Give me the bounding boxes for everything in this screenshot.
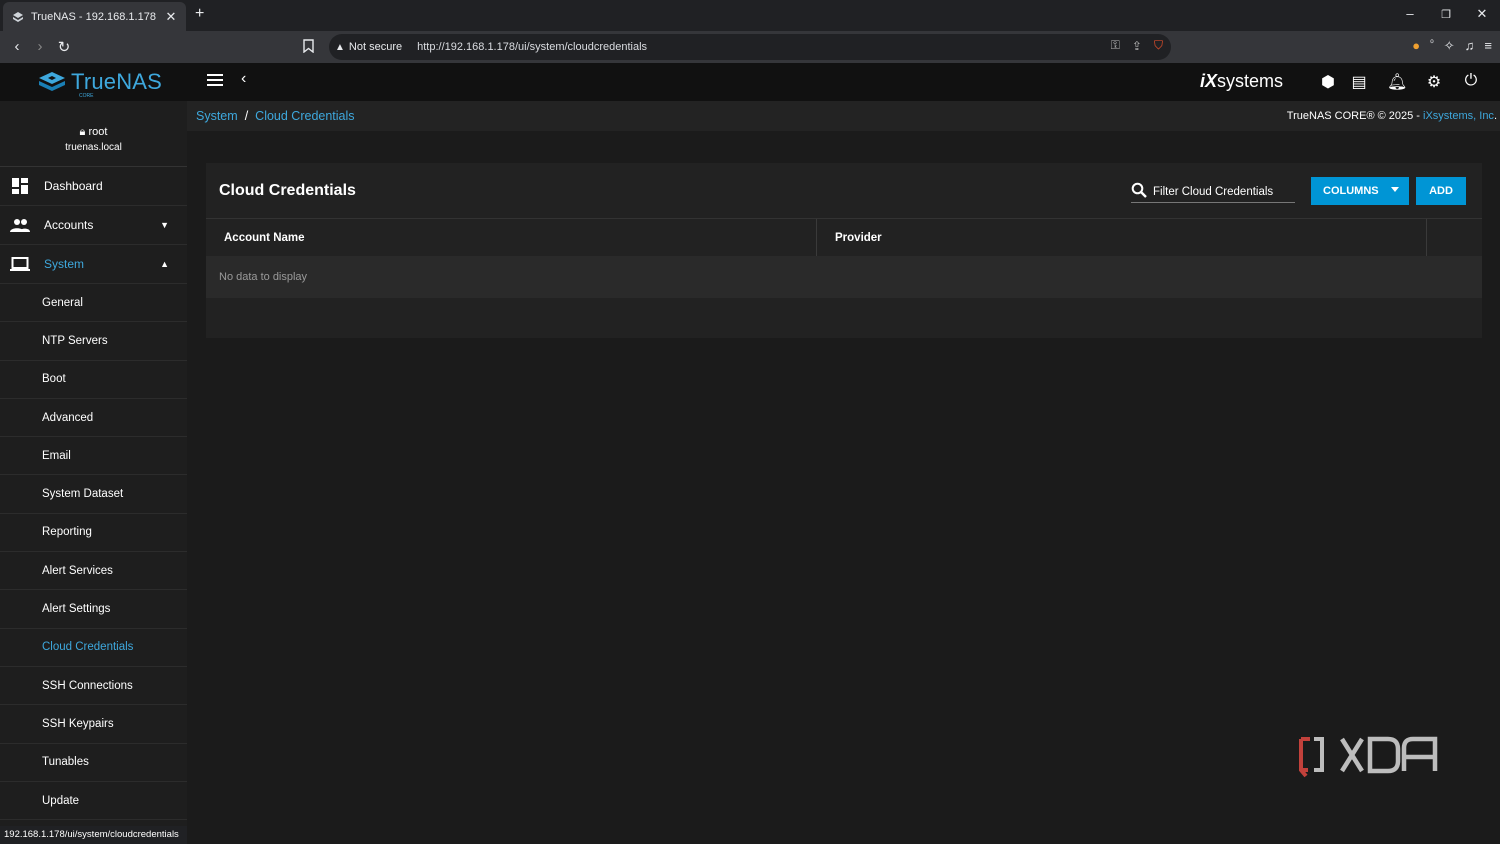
extension-badge-icon[interactable]: ⁰ (1430, 38, 1434, 54)
vendor-link[interactable]: iXsystems, Inc (1423, 110, 1494, 122)
menu-icon[interactable]: ≡ (1484, 38, 1492, 54)
laptop-icon (10, 257, 30, 271)
sidebar-subitem-system-dataset[interactable]: System Dataset (0, 475, 187, 514)
logo-text: TrueNAS (71, 69, 163, 94)
hostname: truenas.local (65, 142, 122, 153)
copyright-suffix: . (1493, 110, 1497, 122)
tab-title: TrueNAS - 192.168.1.178 (31, 10, 156, 23)
column-header-account-name[interactable]: Account Name (206, 219, 817, 257)
sidebar-subitem-alert-services[interactable]: Alert Services (0, 552, 187, 591)
reload-icon[interactable]: ↻ (55, 38, 73, 56)
column-header-actions (1427, 219, 1482, 257)
user-info: 🔒︎ root truenas.local (0, 101, 187, 167)
search-icon (1131, 182, 1147, 198)
sidebar-item-label: Dashboard (44, 179, 103, 193)
sidebar-subitem-ssh-keypairs[interactable]: SSH Keypairs (0, 705, 187, 744)
ixsystems-logo[interactable]: iXsystems (1200, 71, 1283, 92)
empty-table-message: No data to display (206, 256, 1482, 298)
notifications-icon[interactable]: 🔔︎ (1387, 72, 1407, 92)
xda-watermark (1299, 736, 1438, 778)
vendor-logo-prefix: iX (1200, 71, 1218, 91)
columns-button-label: COLUMNS (1323, 185, 1379, 197)
truenas-favicon-icon (11, 10, 25, 24)
browser-tab[interactable]: TrueNAS - 192.168.1.178 ✕ (3, 2, 186, 31)
sidebar-subitem-email[interactable]: Email (0, 437, 187, 476)
bookmark-icon[interactable] (303, 39, 314, 58)
sidebar-subitem-boot[interactable]: Boot (0, 360, 187, 399)
power-icon[interactable]: ⏻ (1461, 72, 1481, 90)
truenas-logo[interactable]: TrueNAS CORE (37, 69, 163, 99)
breadcrumb-separator: / (244, 109, 249, 123)
share-icon[interactable]: ⇪ (1132, 39, 1142, 53)
user-name-row: 🔒︎ root (0, 126, 187, 139)
restore-icon[interactable]: ❐ (1436, 8, 1456, 21)
sidebar-item-accounts[interactable]: Accounts ▼ (0, 206, 187, 245)
sidebar-item-system[interactable]: System ▲ (0, 245, 187, 284)
task-manager-icon[interactable]: ▤ (1349, 72, 1369, 92)
collapse-chevron-icon[interactable]: ‹ (241, 70, 246, 88)
settings-gear-icon[interactable]: ⚙ (1424, 72, 1444, 92)
close-tab-icon[interactable]: ✕ (164, 9, 178, 25)
truecommand-icon[interactable]: ⬢ (1318, 72, 1338, 92)
key-icon[interactable]: ⚿ (1111, 38, 1120, 53)
main-content: System / Cloud Credentials TrueNAS CORE®… (187, 101, 1500, 844)
breadcrumb-system-link[interactable]: System (196, 109, 238, 123)
column-header-provider[interactable]: Provider (817, 219, 1427, 257)
browser-tab-strip: TrueNAS - 192.168.1.178 ✕ + – ❐ ✕ (0, 0, 1500, 31)
collapse-arrow-icon: ▲ (160, 259, 169, 269)
browser-status-url: 192.168.1.178/ui/system/cloudcredentials (0, 826, 187, 844)
media-icon[interactable]: ♫ (1465, 38, 1475, 54)
filter-placeholder: Filter Cloud Credentials (1153, 186, 1274, 198)
window-close-icon[interactable]: ✕ (1472, 6, 1492, 22)
sidebar-subitem-alert-settings[interactable]: Alert Settings (0, 590, 187, 629)
copyright-text: TrueNAS CORE® © 2025 - (1286, 110, 1424, 122)
sidebar-subitem-update[interactable]: Update (0, 781, 187, 821)
warning-icon: ▲ (335, 41, 345, 53)
sidebar-subitem-advanced[interactable]: Advanced (0, 398, 187, 438)
username: root (88, 126, 108, 138)
back-icon[interactable]: ‹ (8, 38, 26, 55)
table-header: Account Name Provider (206, 218, 1482, 257)
sidebar-item-label: Accounts (44, 218, 94, 232)
browser-toolbar: ‹ › ↻ ▲ Not secure http://192.168.1.178/… (0, 31, 1500, 63)
puzzle-icon[interactable]: ✧ (1444, 38, 1455, 54)
brave-shield-icon[interactable]: ⛉ (1154, 38, 1163, 53)
sidebar-subitem-reporting[interactable]: Reporting (0, 513, 187, 553)
add-button[interactable]: ADD (1416, 177, 1466, 205)
sidebar-subitem-ssh-connections[interactable]: SSH Connections (0, 666, 187, 706)
filter-input[interactable]: Filter Cloud Credentials (1131, 182, 1295, 203)
breadcrumb-current[interactable]: Cloud Credentials (255, 109, 354, 123)
app-topbar: TrueNAS CORE ‹ iXsystems ⬢ ▤ 🔔︎ ⚙ ⏻ (0, 63, 1500, 101)
dropdown-arrow-icon (1391, 187, 1399, 192)
sidebar-item-label: System (44, 257, 85, 271)
expand-arrow-icon: ▼ (160, 220, 169, 230)
url-text[interactable]: http://192.168.1.178/ui/system/cloudcred… (417, 41, 647, 53)
dashboard-icon (10, 178, 30, 194)
minimize-icon[interactable]: – (1400, 6, 1420, 21)
copyright-notice: TrueNAS CORE® © 2025 - iXsystems, Inc. (1287, 110, 1497, 122)
logo-subtitle: CORE (79, 93, 94, 99)
vendor-logo-text: systems (1217, 71, 1284, 91)
forward-icon[interactable]: › (31, 38, 49, 55)
columns-button[interactable]: COLUMNS (1311, 177, 1409, 205)
sidebar-subitem-cloud-credentials[interactable]: Cloud Credentials (0, 628, 187, 667)
sidebar: 🔒︎ root truenas.local Dashboard Accounts… (0, 101, 187, 844)
breadcrumb: System / Cloud Credentials TrueNAS CORE®… (187, 101, 1500, 131)
sidebar-subitem-tunables[interactable]: Tunables (0, 743, 187, 782)
lock-icon: 🔒︎ (79, 126, 86, 138)
sidebar-subitem-general[interactable]: General (0, 284, 187, 323)
sidebar-subitem-ntp-servers[interactable]: NTP Servers (0, 322, 187, 361)
new-tab-button[interactable]: + (195, 5, 211, 23)
security-indicator[interactable]: Not secure (349, 41, 402, 53)
people-icon (10, 218, 30, 232)
page-title: Cloud Credentials (219, 182, 356, 199)
hamburger-menu-icon[interactable] (207, 73, 223, 92)
cloud-credentials-card: Cloud Credentials Filter Cloud Credentia… (206, 163, 1482, 338)
sidebar-item-dashboard[interactable]: Dashboard (0, 167, 187, 206)
extension-icon[interactable]: ● (1412, 38, 1420, 54)
truenas-logo-icon (39, 72, 65, 91)
address-bar[interactable]: ▲ Not secure http://192.168.1.178/ui/sys… (329, 34, 1171, 60)
